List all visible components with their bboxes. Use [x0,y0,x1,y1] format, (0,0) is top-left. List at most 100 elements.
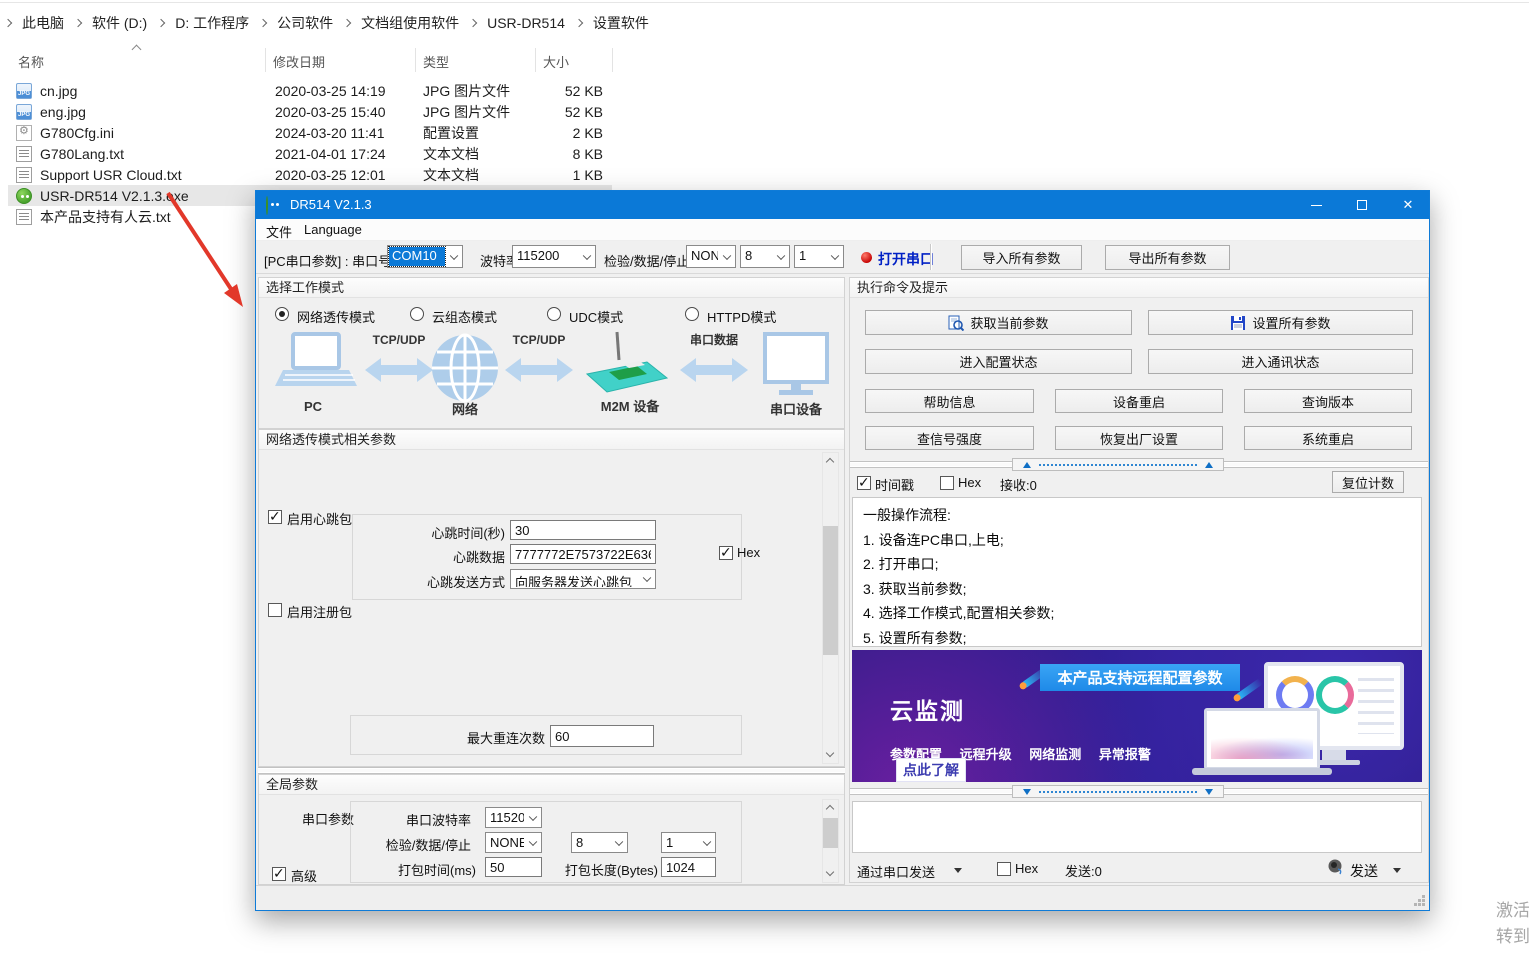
column-header-size[interactable]: 大小 [543,52,569,71]
parity-select[interactable]: NONI [686,245,736,268]
get-params-button[interactable]: 获取当前参数 [865,310,1132,335]
column-divider[interactable] [535,48,536,72]
heartbeat-enable-label[interactable]: 启用心跳包 [287,509,352,528]
radio-httpd-label[interactable]: HTTPD模式 [707,307,776,326]
banner-cta-button[interactable]: 点此了解 [896,758,966,782]
advanced-label[interactable]: 高级 [291,866,317,885]
resize-grip[interactable] [1422,903,1425,906]
advanced-checkbox[interactable] [272,867,286,881]
title-bar[interactable]: DR514 V2.1.3 ✕ [256,191,1429,219]
radio-net-transparent-label[interactable]: 网络透传模式 [297,307,375,326]
caret-down-icon[interactable] [1393,868,1401,873]
radio-cloud-scada-label[interactable]: 云组态模式 [432,307,497,326]
reset-count-button[interactable]: 复位计数 [1332,471,1404,493]
timestamp-checkbox[interactable] [857,476,871,490]
scrollbar-thumb[interactable] [823,818,838,848]
send-button[interactable]: 发送 [1350,861,1378,881]
timestamp-label[interactable]: 时间戳 [875,475,914,494]
radio-httpd-mode[interactable] [685,307,699,321]
menu-language[interactable]: Language [304,222,362,237]
recv-hex-label[interactable]: Hex [958,475,981,490]
breadcrumb-drive-d[interactable]: 软件 (D:) [86,13,153,33]
scroll-up-arrow[interactable] [823,800,838,816]
query-version-button[interactable]: 查询版本 [1244,389,1412,413]
heartbeat-hex-label[interactable]: Hex [737,545,760,560]
breadcrumb-usr-dr514[interactable]: USR-DR514 [481,15,571,31]
receive-splitter-handle[interactable] [1012,458,1224,471]
promo-banner[interactable]: 本产品支持远程配置参数 云监测 参数配置 远程升级 网络监测 异常报警 点此了解 [852,650,1422,782]
breadcrumb-work-programs[interactable]: D: 工作程序 [169,13,255,33]
heartbeat-enable-checkbox[interactable] [268,510,282,524]
set-params-button[interactable]: 设置所有参数 [1148,310,1413,335]
register-enable-label[interactable]: 启用注册包 [287,602,352,621]
import-params-button[interactable]: 导入所有参数 [961,245,1082,270]
heartbeat-mode-select[interactable]: 向服务器发送心跳包 [510,569,656,589]
breadcrumb-this-pc[interactable]: 此电脑 [16,13,70,33]
scroll-up-arrow[interactable] [823,453,838,469]
export-params-button[interactable]: 导出所有参数 [1105,245,1230,270]
com-port-select[interactable]: COM10 [387,245,463,268]
breadcrumb-setup-software[interactable]: 设置软件 [587,13,655,33]
file-row[interactable]: eng.jpg 2020-03-25 15:40 JPG 图片文件 52 KB [8,101,612,122]
left-panel-splitter[interactable] [258,767,845,774]
file-row[interactable]: cn.jpg 2020-03-25 14:19 JPG 图片文件 52 KB [8,80,612,101]
send-hex-checkbox[interactable] [997,862,1011,876]
radio-net-transparent-mode[interactable] [275,307,289,321]
heartbeat-data-input[interactable] [510,544,656,564]
radio-udc-label[interactable]: UDC模式 [569,307,623,326]
breadcrumb-company-software[interactable]: 公司软件 [271,13,339,33]
breadcrumb-docs-software[interactable]: 文档组使用软件 [355,13,465,33]
column-divider[interactable] [612,48,613,72]
minimize-button[interactable] [1293,191,1339,219]
caret-down-icon[interactable] [954,868,962,873]
send-input-area[interactable] [852,801,1422,853]
enter-config-button[interactable]: 进入配置状态 [865,349,1132,374]
scroll-down-arrow[interactable] [823,866,838,882]
scrollbar-thumb[interactable] [823,526,838,655]
radio-cloud-scada-mode[interactable] [410,307,424,321]
receive-log[interactable]: 一般操作流程: 1. 设备连PC串口,上电; 2. 打开串口; 3. 获取当前参… [852,497,1422,647]
column-divider[interactable] [265,48,266,72]
serial-databits-select[interactable]: 8 [571,832,628,853]
help-info-button[interactable]: 帮助信息 [865,389,1034,413]
serial-baud-label: 串口波特率 [351,810,471,829]
radio-udc-mode[interactable] [547,307,561,321]
send-hex-label[interactable]: Hex [1015,861,1038,876]
dashboard-rows [1358,678,1394,734]
close-button[interactable]: ✕ [1385,191,1431,219]
databits-select[interactable]: 8 [740,245,790,268]
scroll-down-arrow[interactable] [823,747,838,763]
file-row[interactable]: Support USR Cloud.txt 2020-03-25 12:01 文… [8,164,612,185]
register-enable-checkbox[interactable] [268,603,282,617]
signal-strength-button[interactable]: 查信号强度 [865,426,1034,450]
factory-reset-button[interactable]: 恢复出厂设置 [1055,426,1223,450]
global-params-scrollbar[interactable] [822,799,839,883]
baud-select[interactable]: 115200 [512,245,596,268]
menu-file[interactable]: 文件 [266,222,292,241]
column-header-type[interactable]: 类型 [423,52,449,71]
column-header-date[interactable]: 修改日期 [273,52,325,71]
heartbeat-time-input[interactable] [510,520,656,540]
column-header-name[interactable]: 名称 [18,52,44,71]
serial-parity-select[interactable]: NONE [485,832,542,853]
file-row[interactable]: G780Lang.txt 2021-04-01 17:24 文本文档 8 KB [8,143,612,164]
system-restart-button[interactable]: 系统重启 [1244,426,1412,450]
recv-hex-checkbox[interactable] [940,476,954,490]
serial-stopbits-select[interactable]: 1 [661,832,716,853]
open-port-button[interactable]: 打开串口 [878,249,934,269]
column-divider[interactable] [415,48,416,72]
file-row[interactable]: G780Cfg.ini 2024-03-20 11:41 配置设置 2 KB [8,122,612,143]
stopbits-select[interactable]: 1 [794,245,844,268]
heartbeat-hex-checkbox[interactable] [719,546,733,560]
enter-comm-button[interactable]: 进入通讯状态 [1148,349,1413,374]
file-name: Support USR Cloud.txt [40,167,255,183]
send-splitter-handle[interactable] [1012,785,1224,798]
net-params-scrollbar[interactable] [822,452,839,764]
pack-length-input[interactable] [661,857,716,877]
maximize-button[interactable] [1339,191,1385,219]
baud-value: 115200 [514,247,578,266]
serial-baud-select[interactable]: 115200 [485,807,542,828]
send-via-serial-button[interactable]: 通过串口发送 [857,862,935,881]
device-restart-button[interactable]: 设备重启 [1055,389,1223,413]
reconnect-input[interactable] [550,725,654,747]
